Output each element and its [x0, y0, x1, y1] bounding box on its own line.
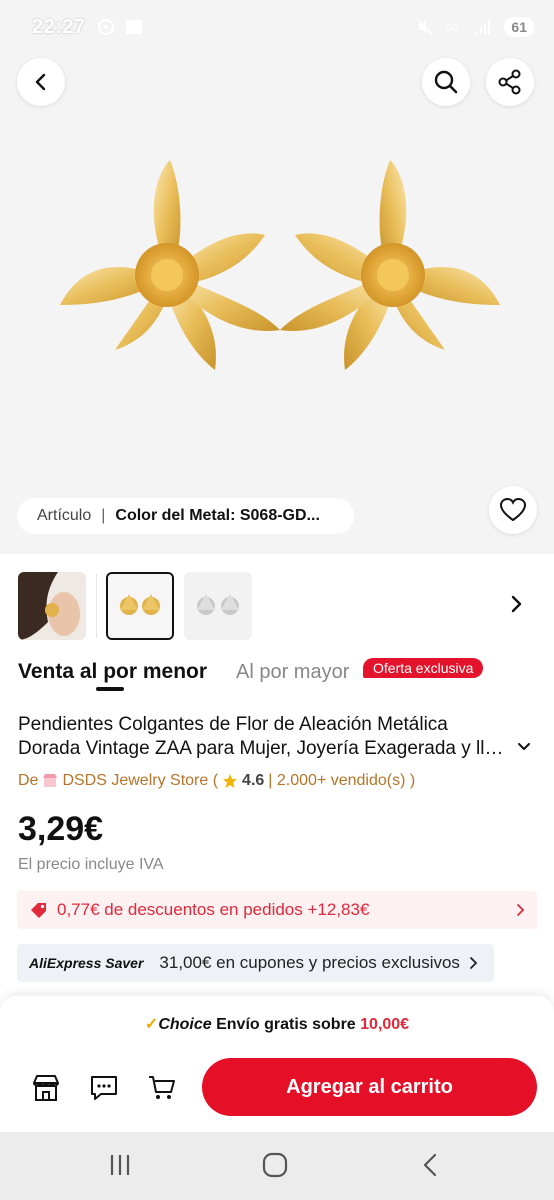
store-icon [43, 774, 58, 787]
variant-thumbnails [0, 566, 554, 642]
share-button[interactable] [486, 58, 534, 106]
tag-icon [31, 903, 46, 918]
cart-button[interactable] [144, 1072, 180, 1104]
exclusive-offer-badge: Oferta exclusiva [363, 658, 484, 678]
saver-text: 31,00€ en cupones y precios exclusivos [159, 953, 460, 972]
product-photo-earrings [60, 160, 500, 370]
product-title-line1: Pendientes Colgantes de Flor de Aleación… [18, 714, 448, 735]
tab-retail-label-part1: Venta al [18, 660, 104, 683]
store-button[interactable] [28, 1072, 64, 1104]
svg-text:5G: 5G [446, 23, 460, 34]
product-price: 3,29€ [18, 810, 104, 848]
share-icon [498, 69, 521, 95]
status-notification-icons [96, 17, 144, 37]
saver-promo-row[interactable]: AliExpress Saver 31,00€ en cupones y pre… [17, 944, 494, 982]
storefront-icon [33, 1075, 59, 1101]
signal-icon [476, 19, 491, 34]
star-icon [223, 774, 238, 788]
network-icon: 5G [446, 23, 460, 34]
gold-earrings-thumb [108, 574, 172, 638]
sales-mode-tabs: Venta al por menor Al por mayor Oferta e… [18, 656, 538, 696]
mute-icon [417, 19, 433, 35]
discount-text: 0,77€ de descuentos en pedidos +12,83€ [57, 900, 370, 919]
add-to-cart-button[interactable]: Agregar al carrito [202, 1058, 537, 1116]
variant-separator: | [101, 507, 106, 524]
home-icon[interactable] [262, 1152, 288, 1178]
chevron-down-icon[interactable] [516, 740, 532, 754]
tab-active-indicator [96, 687, 124, 691]
variant-value: Color del Metal: S068-GD... [115, 507, 320, 524]
recent-apps-icon[interactable] [108, 1152, 132, 1178]
model-photo-image [18, 572, 86, 640]
variant-selector-chip[interactable]: Artículo | Color del Metal: S068-GD... [17, 498, 354, 534]
image-icon [125, 20, 142, 34]
system-navigation-bar [0, 1132, 554, 1200]
search-button[interactable] [422, 58, 470, 106]
store-rating: 4.6 [242, 772, 265, 789]
tax-note: El precio incluye IVA [18, 856, 164, 873]
tab-wholesale[interactable]: Al por mayor [236, 661, 349, 684]
product-image-area[interactable]: 22:27 5G 61 Artículo | Color del Metal: … [0, 0, 554, 554]
aliexpress-saver-logo: AliExpress Saver [29, 955, 144, 971]
heart-icon [499, 497, 527, 522]
chevron-right-icon [470, 957, 478, 969]
cart-icon [149, 1076, 175, 1099]
check-icon: ✓ [144, 1016, 159, 1033]
thumbnail-divider [96, 574, 97, 638]
thumbnail-gold[interactable] [106, 572, 174, 640]
status-system-icons: 5G 61 [416, 17, 534, 37]
back-nav-icon[interactable] [420, 1152, 440, 1178]
product-title-line2: Dorada Vintage ZAA para Mujer, Joyería E… [18, 738, 504, 759]
chevron-left-icon [35, 73, 46, 91]
chat-icon [91, 1076, 117, 1100]
shipping-text: Envío gratis sobre [211, 1016, 361, 1033]
tab-retail[interactable]: Venta al por menor [18, 660, 207, 684]
chevron-right-icon[interactable] [508, 594, 524, 614]
wishlist-button[interactable] [489, 486, 537, 534]
status-bar: 22:27 5G 61 [0, 0, 554, 54]
message-button[interactable] [86, 1072, 122, 1104]
tab-retail-label-part3: menor [137, 660, 208, 683]
store-prefix: De [18, 772, 39, 789]
back-button[interactable] [17, 58, 65, 106]
sold-count: | 2.000+ vendido(s) ) [268, 772, 416, 789]
store-info[interactable]: De DSDS Jewelry Store ( 4.6 | 2.000+ ven… [18, 772, 415, 790]
store-name: DSDS Jewelry Store ( [62, 772, 219, 789]
tab-retail-label-part2: por [103, 660, 138, 683]
chevron-right-icon [517, 904, 525, 916]
search-icon [434, 70, 458, 94]
silver-earrings-thumb [184, 572, 252, 640]
sync-icon [97, 19, 114, 35]
variant-label: Artículo [37, 507, 92, 524]
thumbnail-silver[interactable] [184, 572, 252, 640]
thumbnail-model-photo[interactable] [18, 572, 86, 640]
shipping-amount: 10,00€ [360, 1016, 410, 1033]
battery-indicator: 61 [504, 17, 534, 37]
product-title: Pendientes Colgantes de Flor de Aleación… [18, 713, 528, 761]
choice-logo: Choice [158, 1016, 212, 1033]
discount-promo-row[interactable]: 0,77€ de descuentos en pedidos +12,83€ [17, 891, 537, 929]
status-time: 22:27 [32, 15, 86, 38]
free-shipping-banner: ✓Choice Envío gratis sobre 10,00€ [0, 1014, 554, 1034]
